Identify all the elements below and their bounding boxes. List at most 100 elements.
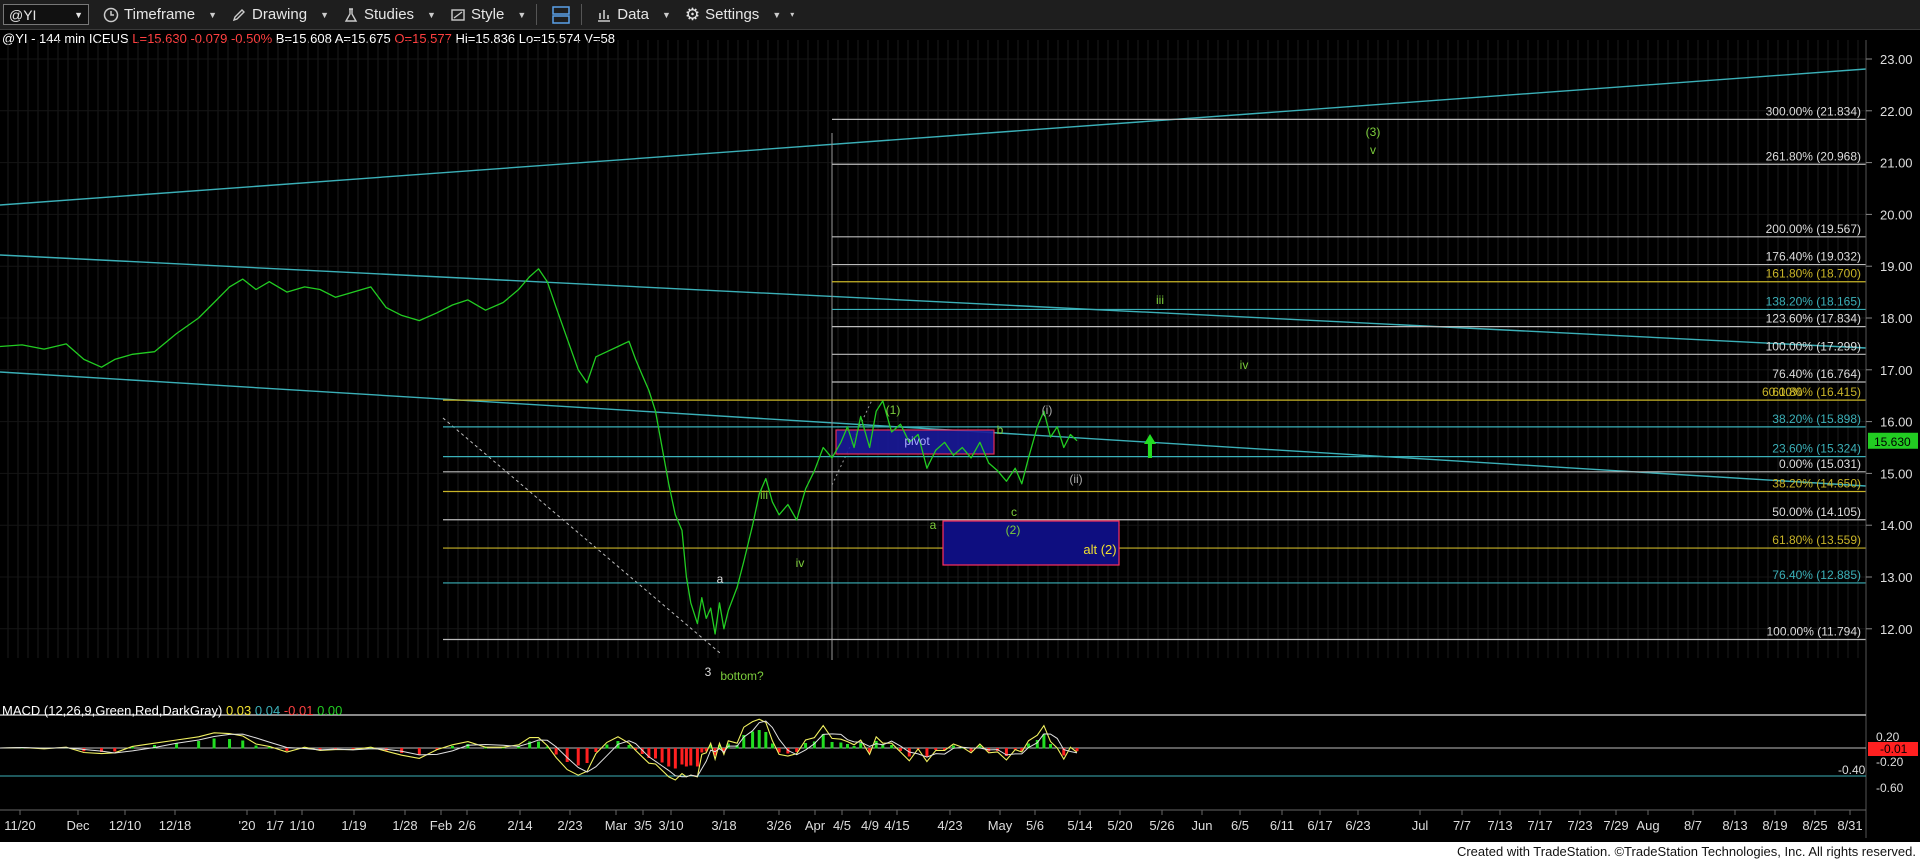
x-tick-label: 3/18	[711, 818, 736, 833]
macd-panel: MACD (12,26,9,Green,Red,DarkGray) 0.03 0…	[0, 703, 1918, 795]
timeframe-menu[interactable]: Timeframe ▼	[103, 6, 217, 23]
macd-histogram-bar	[890, 745, 894, 749]
studies-menu[interactable]: Studies ▼	[343, 6, 436, 23]
macd-histogram-bar	[881, 745, 885, 749]
x-tick-label: 1/10	[289, 818, 314, 833]
macd-y-tick-label: -0.60	[1876, 781, 1904, 795]
fib-label: 76.40% (12.885)	[1772, 568, 1861, 582]
x-tick-label: 12/18	[159, 818, 192, 833]
fib-label: 138.20% (18.165)	[1766, 294, 1861, 308]
x-tick-label: 8/25	[1802, 818, 1827, 833]
chevron-down-icon: ▼	[208, 9, 218, 20]
macd-histogram-bar	[830, 742, 834, 749]
x-tick-label: 4/23	[937, 818, 962, 833]
style-menu[interactable]: Style ▼	[450, 6, 526, 23]
y-axis: 23.00 22.00 21.00 20.00 19.00 18.00 17.00 16.00…	[1865, 40, 1918, 838]
x-tick-label: Dec	[66, 818, 90, 833]
data-menu[interactable]: Data ▼	[596, 6, 671, 23]
macd-histogram-bar	[1075, 748, 1079, 752]
toolbar-divider	[581, 4, 583, 25]
macd-histogram-bar	[594, 748, 598, 752]
macd-histogram-bar	[859, 743, 863, 749]
fib-label: 100.00% (17.299)	[1766, 339, 1861, 353]
pencil-icon	[232, 8, 246, 21]
fib-label: 161.80% (18.700)	[1766, 267, 1861, 281]
symbol-selector[interactable]: @YI ▼	[3, 4, 89, 25]
wave-label: bottom?	[720, 669, 764, 683]
x-tick-label: 5/6	[1026, 818, 1044, 833]
chevron-down-icon: ▼	[427, 9, 436, 20]
fib-label: 23.60% (15.324)	[1772, 442, 1861, 456]
x-tick-label: 12/10	[109, 818, 142, 833]
macd-histogram-bar	[605, 744, 609, 749]
x-tick-label: 5/26	[1149, 818, 1174, 833]
clock-icon	[103, 7, 119, 22]
chevron-down-icon: ▼	[517, 9, 527, 20]
chevron-down-icon: ▾	[790, 10, 795, 19]
macd-histogram-bar	[417, 748, 421, 755]
macd-histogram-bar	[197, 741, 201, 749]
macd-histogram-bar	[466, 744, 470, 749]
x-tick-label: 8/19	[1762, 818, 1787, 833]
x-tick-label: 1/19	[341, 818, 366, 833]
x-tick-label: 7/29	[1603, 818, 1628, 833]
macd-histogram-bar	[700, 748, 704, 753]
descending-channel-bottom	[0, 371, 1867, 487]
fib-label: 61.80% (13.559)	[1772, 533, 1861, 547]
macd-histogram-bar	[925, 748, 929, 757]
chart-grid	[7, 40, 1859, 658]
macd-histogram-bar	[241, 740, 245, 749]
x-tick-label: 7/17	[1527, 818, 1552, 833]
wave-label: (ii)	[1069, 472, 1082, 486]
wave-label: (2)	[1006, 523, 1021, 537]
fib-levels: 300.00% (21.834) 261.80% (20.968) 200.00% …	[443, 104, 1866, 641]
macd-histogram-bar	[874, 741, 878, 749]
macd-histogram-bar	[228, 739, 232, 749]
settings-menu[interactable]: ⚙ Settings ▼ ▾	[685, 5, 794, 25]
fib-label: 300.00% (21.834)	[1766, 104, 1861, 118]
layout-icon	[552, 5, 570, 24]
macd-histogram-bar	[450, 746, 454, 749]
macd-histogram-bar	[852, 746, 856, 749]
macd-histogram-bar	[576, 748, 580, 766]
fib-label: 100.00% (11.794)	[1766, 624, 1861, 638]
fib-label: 38.20% (15.898)	[1772, 412, 1861, 426]
trend-overlays	[0, 68, 1867, 660]
macd-histogram-bar	[554, 748, 558, 755]
x-tick-label: 7/7	[1453, 818, 1471, 833]
macd-histogram-bar	[804, 743, 808, 749]
y-tick-label: 15.00	[1880, 466, 1913, 481]
symbol-text: @YI	[9, 6, 37, 23]
fib-label: 0.00% (15.031)	[1779, 457, 1861, 471]
x-tick-label: 4/5	[833, 818, 851, 833]
x-tick-label: 6/17	[1307, 818, 1332, 833]
fib-label: 123.60% (17.834)	[1766, 312, 1861, 326]
x-tick-label: 7/13	[1487, 818, 1512, 833]
upper-trendline	[0, 68, 1867, 206]
drawing-menu[interactable]: Drawing ▼	[231, 6, 329, 23]
layout-button[interactable]	[551, 5, 571, 25]
x-tick-label: 6/11	[1270, 818, 1294, 833]
macd-y-tick-label: -0.20	[1876, 755, 1904, 769]
x-tick-label: 3/10	[658, 818, 683, 833]
x-tick-label: 5/20	[1107, 818, 1132, 833]
macd-histogram-bar	[537, 741, 541, 749]
x-tick-label: 8/13	[1722, 818, 1747, 833]
wave-label: (3)	[1366, 125, 1381, 139]
up-arrow-icon	[1144, 434, 1156, 458]
wave-label: (i)	[1042, 403, 1053, 417]
x-tick-label: Jun	[1192, 818, 1213, 833]
x-tick-label: 1/28	[392, 818, 417, 833]
macd-histogram-bar	[400, 748, 404, 753]
x-tick-label: Mar	[605, 818, 628, 833]
descending-channel-top	[0, 254, 1867, 349]
wave-label: (1)	[886, 403, 901, 417]
macd-histogram-bar	[667, 748, 671, 767]
macd-histogram-bar	[764, 732, 768, 749]
fib-label: 50.00% (14.105)	[1772, 505, 1861, 519]
flask-icon	[344, 7, 358, 22]
y-tick-label: 12.00	[1880, 622, 1913, 637]
wave-label: a	[717, 572, 724, 586]
price-chart[interactable]: 300.00% (21.834) 261.80% (20.968) 200.00% …	[0, 29, 1920, 842]
macd-histogram-bar	[285, 748, 289, 751]
